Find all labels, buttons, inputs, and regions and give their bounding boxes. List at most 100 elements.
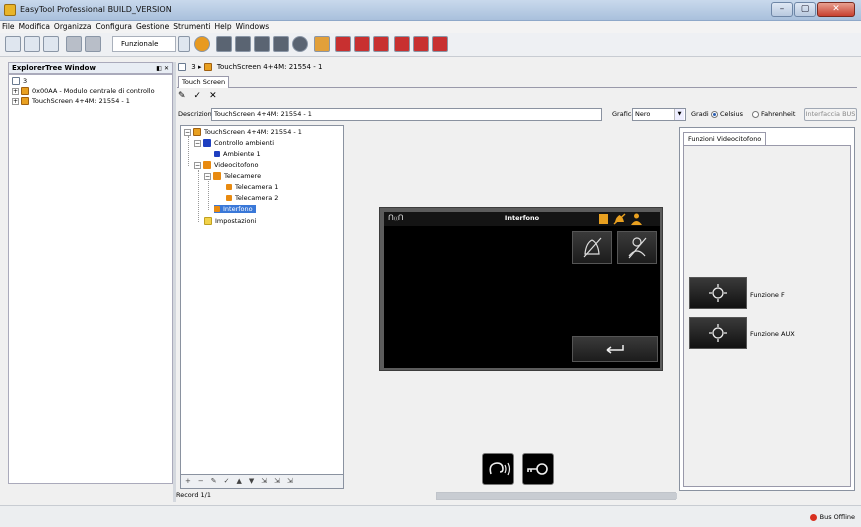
confirm-icon[interactable]: ✓	[194, 91, 202, 103]
tree-toolbar: + − ✎ ✓ ▲ ▼ ⇲ ⇲ ⇲	[180, 475, 344, 489]
expand-icon[interactable]: +	[12, 97, 19, 105]
network-config-icon[interactable]	[354, 36, 370, 52]
move-down-icon[interactable]: ▼	[249, 475, 254, 488]
tree-item-ambiente-1[interactable]: Ambiente 1	[214, 150, 261, 158]
touchscreen-icon	[21, 97, 29, 105]
light-icon	[709, 324, 727, 342]
scrollbar-thumb[interactable]	[437, 493, 677, 499]
tab-bar: Touch Screen	[177, 76, 857, 88]
collapse-icon[interactable]: −	[194, 139, 201, 147]
collapse-icon[interactable]: −	[184, 128, 191, 136]
door-open-button[interactable]	[522, 453, 554, 485]
tree-item-touchscreen-root[interactable]: − TouchScreen 4+4M: 21554 - 1	[184, 128, 302, 136]
settings-icon[interactable]	[235, 36, 251, 52]
square-icon[interactable]	[273, 36, 289, 52]
celsius-radio[interactable]: Celsius	[711, 110, 743, 118]
edit-icon[interactable]: ✎	[178, 91, 186, 103]
tree-item-controllo-ambienti[interactable]: − Controllo ambienti	[194, 139, 274, 147]
menu-strumenti[interactable]: Strumenti	[173, 21, 210, 33]
description-input[interactable]: TouchScreen 4+4M: 21554 - 1	[211, 108, 602, 121]
toolbar: Funzionale	[0, 33, 861, 57]
bus-interface-button[interactable]: Interfaccia BUS	[804, 108, 857, 121]
list-icon[interactable]	[66, 36, 82, 52]
menu-gestione[interactable]: Gestione	[136, 21, 169, 33]
tree-item-impostazioni[interactable]: Impostazioni	[204, 217, 256, 225]
panel-close-icon[interactable]: ◧ ✕	[153, 64, 169, 74]
tree-item-interfono-selected[interactable]: Interfono	[214, 205, 256, 213]
tree-connector	[188, 136, 189, 166]
maximize-button[interactable]: ▢	[794, 2, 816, 17]
move-up-icon[interactable]: ▲	[237, 475, 242, 488]
new-icon[interactable]	[5, 36, 21, 52]
mode-select[interactable]: Funzionale	[112, 36, 176, 52]
fahrenheit-radio[interactable]: Fahrenheit	[752, 110, 795, 118]
tab-touch-screen[interactable]: Touch Screen	[178, 76, 230, 88]
horizontal-scrollbar[interactable]	[436, 492, 677, 500]
menu-help[interactable]: Help	[215, 21, 232, 33]
settings-folder-icon	[204, 217, 212, 225]
circle-icon[interactable]	[292, 36, 308, 52]
device-icon[interactable]	[254, 36, 270, 52]
function-aux-button[interactable]	[689, 317, 747, 349]
menu-organizza[interactable]: Organizza	[54, 21, 92, 33]
grafica-select[interactable]: Nero ▼	[632, 108, 686, 121]
menu-windows[interactable]: Windows	[236, 21, 269, 33]
back-button[interactable]	[572, 336, 658, 362]
menu-file[interactable]: File	[2, 21, 15, 33]
tree-item-telecamere[interactable]: − Telecamere	[204, 172, 261, 180]
key-icon	[527, 463, 548, 475]
mute-button[interactable]	[572, 231, 612, 264]
breadcrumb: 3 ▸ TouchScreen 4+4M: 21554 - 1	[178, 63, 322, 75]
person-icon	[631, 213, 642, 225]
tree-item-module[interactable]: +0x00AA - Modulo centrale di controllo	[12, 87, 155, 95]
touchscreen-icon	[203, 63, 212, 71]
transfer-icon[interactable]	[394, 36, 410, 52]
transfer-in-icon[interactable]	[413, 36, 429, 52]
status-led-icon	[809, 513, 817, 521]
folder-icon[interactable]	[43, 36, 59, 52]
module-icon	[21, 87, 29, 95]
upload-icon[interactable]	[314, 36, 330, 52]
splitter[interactable]	[173, 62, 176, 502]
function-f-button[interactable]	[689, 277, 747, 309]
grid-icon[interactable]	[85, 36, 101, 52]
chevron-down-icon: ▼	[674, 109, 684, 120]
dropdown-arrow-icon[interactable]	[178, 36, 190, 52]
tab-funzioni-videocitofono[interactable]: Funzioni Videocitofono	[683, 132, 767, 146]
tree-item-touchscreen[interactable]: + TouchScreen 4+4M: 21554 - 1	[12, 97, 130, 105]
radio-selected-icon	[711, 110, 718, 118]
breadcrumb-root[interactable]: 3	[191, 63, 195, 71]
target-icon[interactable]	[194, 36, 210, 52]
tree-item-videocitofono[interactable]: − Videocitofono	[194, 161, 258, 169]
tree-item-telecamera-1[interactable]: Telecamera 1	[226, 183, 278, 191]
tree-item-root[interactable]: 3	[12, 77, 27, 85]
collapse-icon[interactable]: −	[204, 172, 211, 180]
cancel-icon[interactable]: ✕	[209, 91, 217, 103]
add-icon[interactable]: +	[185, 475, 191, 488]
tree-option-icon[interactable]: ⇲	[287, 475, 293, 488]
edit-icon[interactable]: ✎	[211, 475, 217, 488]
collapse-icon[interactable]: −	[194, 161, 201, 169]
transfer-out-icon[interactable]	[432, 36, 448, 52]
collapse-all-icon[interactable]: ⇲	[274, 475, 280, 488]
network-icon[interactable]	[335, 36, 351, 52]
menu-configura[interactable]: Configura	[95, 21, 132, 33]
expand-all-icon[interactable]: ⇲	[261, 475, 267, 488]
minimize-button[interactable]: –	[771, 2, 793, 17]
tree-item-telecamera-2[interactable]: Telecamera 2	[226, 194, 278, 202]
network-remove-icon[interactable]	[373, 36, 389, 52]
intercom-call-button[interactable]	[482, 453, 514, 485]
module-icon[interactable]	[216, 36, 232, 52]
close-button[interactable]: ✕	[817, 2, 855, 17]
bell-off-icon	[613, 213, 626, 225]
remove-icon[interactable]: −	[198, 475, 204, 488]
menu-modifica[interactable]: Modifica	[19, 21, 50, 33]
edit-toolbar: ✎ ✓ ✕	[178, 91, 217, 103]
door-icon	[599, 214, 608, 224]
config-tree: − TouchScreen 4+4M: 21554 - 1 − Controllo …	[180, 125, 344, 475]
confirm-icon[interactable]: ✓	[224, 475, 230, 488]
open-icon[interactable]	[24, 36, 40, 52]
privacy-button[interactable]	[617, 231, 657, 264]
breadcrumb-item[interactable]: TouchScreen 4+4M: 21554 - 1	[217, 63, 322, 71]
expand-icon[interactable]: +	[12, 87, 19, 95]
